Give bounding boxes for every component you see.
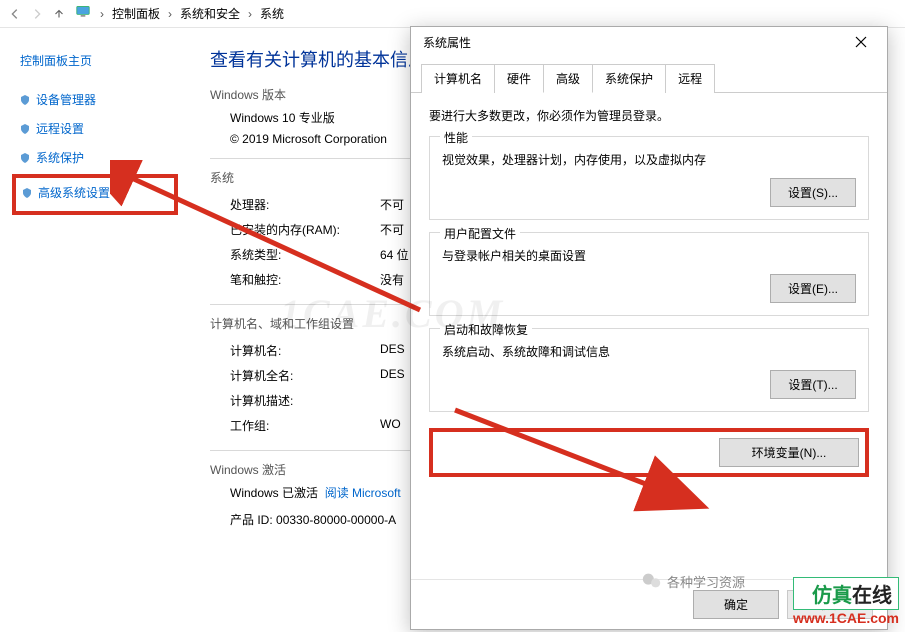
performance-group: 性能 视觉效果，处理器计划，内存使用，以及虚拟内存 设置(S)... bbox=[429, 136, 869, 220]
breadcrumb-item[interactable]: 控制面板 bbox=[108, 3, 164, 24]
group-label: 用户配置文件 bbox=[440, 225, 520, 242]
shield-icon bbox=[20, 153, 30, 163]
info-key: 笔和触控: bbox=[230, 271, 380, 288]
tab-advanced[interactable]: 高级 bbox=[543, 64, 593, 93]
dialog-titlebar[interactable]: 系统属性 bbox=[411, 27, 887, 57]
sidebar-link-remote[interactable]: 远程设置 bbox=[12, 114, 178, 143]
profile-settings-button[interactable]: 设置(E)... bbox=[770, 274, 856, 303]
sidebar-link-label: 设备管理器 bbox=[36, 91, 96, 108]
sidebar-link-label: 远程设置 bbox=[36, 120, 84, 137]
close-button[interactable] bbox=[841, 29, 881, 55]
back-button[interactable] bbox=[4, 3, 26, 25]
group-label: 性能 bbox=[440, 129, 472, 146]
info-value: DES bbox=[380, 342, 405, 359]
watermark-wechat-text: 各种学习资源 bbox=[667, 572, 745, 591]
sidebar-home-link[interactable]: 控制面板主页 bbox=[12, 46, 178, 75]
info-value: 不可 bbox=[380, 196, 404, 213]
cancel-button[interactable]: 取消 bbox=[787, 590, 873, 619]
watermark-wechat: 各种学习资源 bbox=[641, 570, 745, 592]
info-value: WO bbox=[380, 417, 401, 434]
chevron-right-icon: › bbox=[96, 7, 108, 21]
startup-settings-button[interactable]: 设置(T)... bbox=[770, 370, 856, 399]
perf-settings-button[interactable]: 设置(S)... bbox=[770, 178, 856, 207]
group-desc: 与登录帐户相关的桌面设置 bbox=[442, 243, 856, 274]
system-properties-dialog: 系统属性 计算机名 硬件 高级 系统保护 远程 要进行大多数更改，你必须作为管理… bbox=[410, 26, 888, 630]
tab-computer-name[interactable]: 计算机名 bbox=[421, 64, 495, 93]
tab-hardware[interactable]: 硬件 bbox=[494, 64, 544, 93]
sidebar-link-protection[interactable]: 系统保护 bbox=[12, 143, 178, 172]
group-desc: 系统启动、系统故障和调试信息 bbox=[442, 339, 856, 370]
dialog-title: 系统属性 bbox=[423, 34, 471, 51]
sidebar-link-label: 系统保护 bbox=[36, 149, 84, 166]
breadcrumb-item[interactable]: 系统 bbox=[256, 3, 288, 24]
up-button[interactable] bbox=[48, 3, 70, 25]
info-value: 64 位 bbox=[380, 246, 409, 263]
breadcrumb-item[interactable]: 系统和安全 bbox=[176, 3, 244, 24]
admin-note: 要进行大多数更改，你必须作为管理员登录。 bbox=[429, 107, 869, 124]
tab-system-protection[interactable]: 系统保护 bbox=[592, 64, 666, 93]
group-desc: 视觉效果，处理器计划，内存使用，以及虚拟内存 bbox=[442, 147, 856, 178]
info-key: 处理器: bbox=[230, 196, 380, 213]
info-key: 已安装的内存(RAM): bbox=[230, 221, 380, 238]
ok-button[interactable]: 确定 bbox=[693, 590, 779, 619]
sidebar: 控制面板主页 设备管理器 远程设置 系统保护 高级系统设置 bbox=[0, 28, 190, 632]
info-value: DES bbox=[380, 367, 405, 384]
address-bar: › 控制面板 › 系统和安全 › 系统 bbox=[0, 0, 905, 28]
shield-icon bbox=[20, 95, 30, 105]
info-key: 计算机全名: bbox=[230, 367, 380, 384]
annotation-highlight-sidebar: 高级系统设置 bbox=[12, 174, 178, 215]
info-key: 产品 ID: bbox=[230, 513, 273, 527]
chevron-right-icon: › bbox=[244, 7, 256, 21]
tab-remote[interactable]: 远程 bbox=[665, 64, 715, 93]
group-label: 启动和故障恢复 bbox=[440, 321, 532, 338]
info-key: 工作组: bbox=[230, 417, 380, 434]
info-value: 没有 bbox=[380, 271, 404, 288]
forward-button[interactable] bbox=[26, 3, 48, 25]
sidebar-link-device-manager[interactable]: 设备管理器 bbox=[12, 85, 178, 114]
info-key: 计算机名: bbox=[230, 342, 380, 359]
info-key: 计算机描述: bbox=[230, 392, 380, 409]
sidebar-link-advanced[interactable]: 高级系统设置 bbox=[20, 180, 170, 205]
info-value: 不可 bbox=[380, 221, 404, 238]
env-variables-button[interactable]: 环境变量(N)... bbox=[719, 438, 859, 467]
info-value: 00330-80000-00000-A bbox=[276, 513, 396, 527]
info-key: 系统类型: bbox=[230, 246, 380, 263]
dialog-tabs: 计算机名 硬件 高级 系统保护 远程 bbox=[411, 57, 887, 93]
activation-link[interactable]: 阅读 Microsoft bbox=[325, 486, 401, 500]
sidebar-link-label: 高级系统设置 bbox=[38, 184, 110, 201]
chevron-right-icon: › bbox=[164, 7, 176, 21]
shield-icon bbox=[22, 188, 32, 198]
startup-recovery-group: 启动和故障恢复 系统启动、系统故障和调试信息 设置(T)... bbox=[429, 328, 869, 412]
activation-status: Windows 已激活 bbox=[230, 486, 318, 500]
shield-icon bbox=[20, 124, 30, 134]
monitor-icon bbox=[76, 5, 90, 22]
annotation-highlight-envvar: 环境变量(N)... bbox=[429, 428, 869, 477]
user-profile-group: 用户配置文件 与登录帐户相关的桌面设置 设置(E)... bbox=[429, 232, 869, 316]
